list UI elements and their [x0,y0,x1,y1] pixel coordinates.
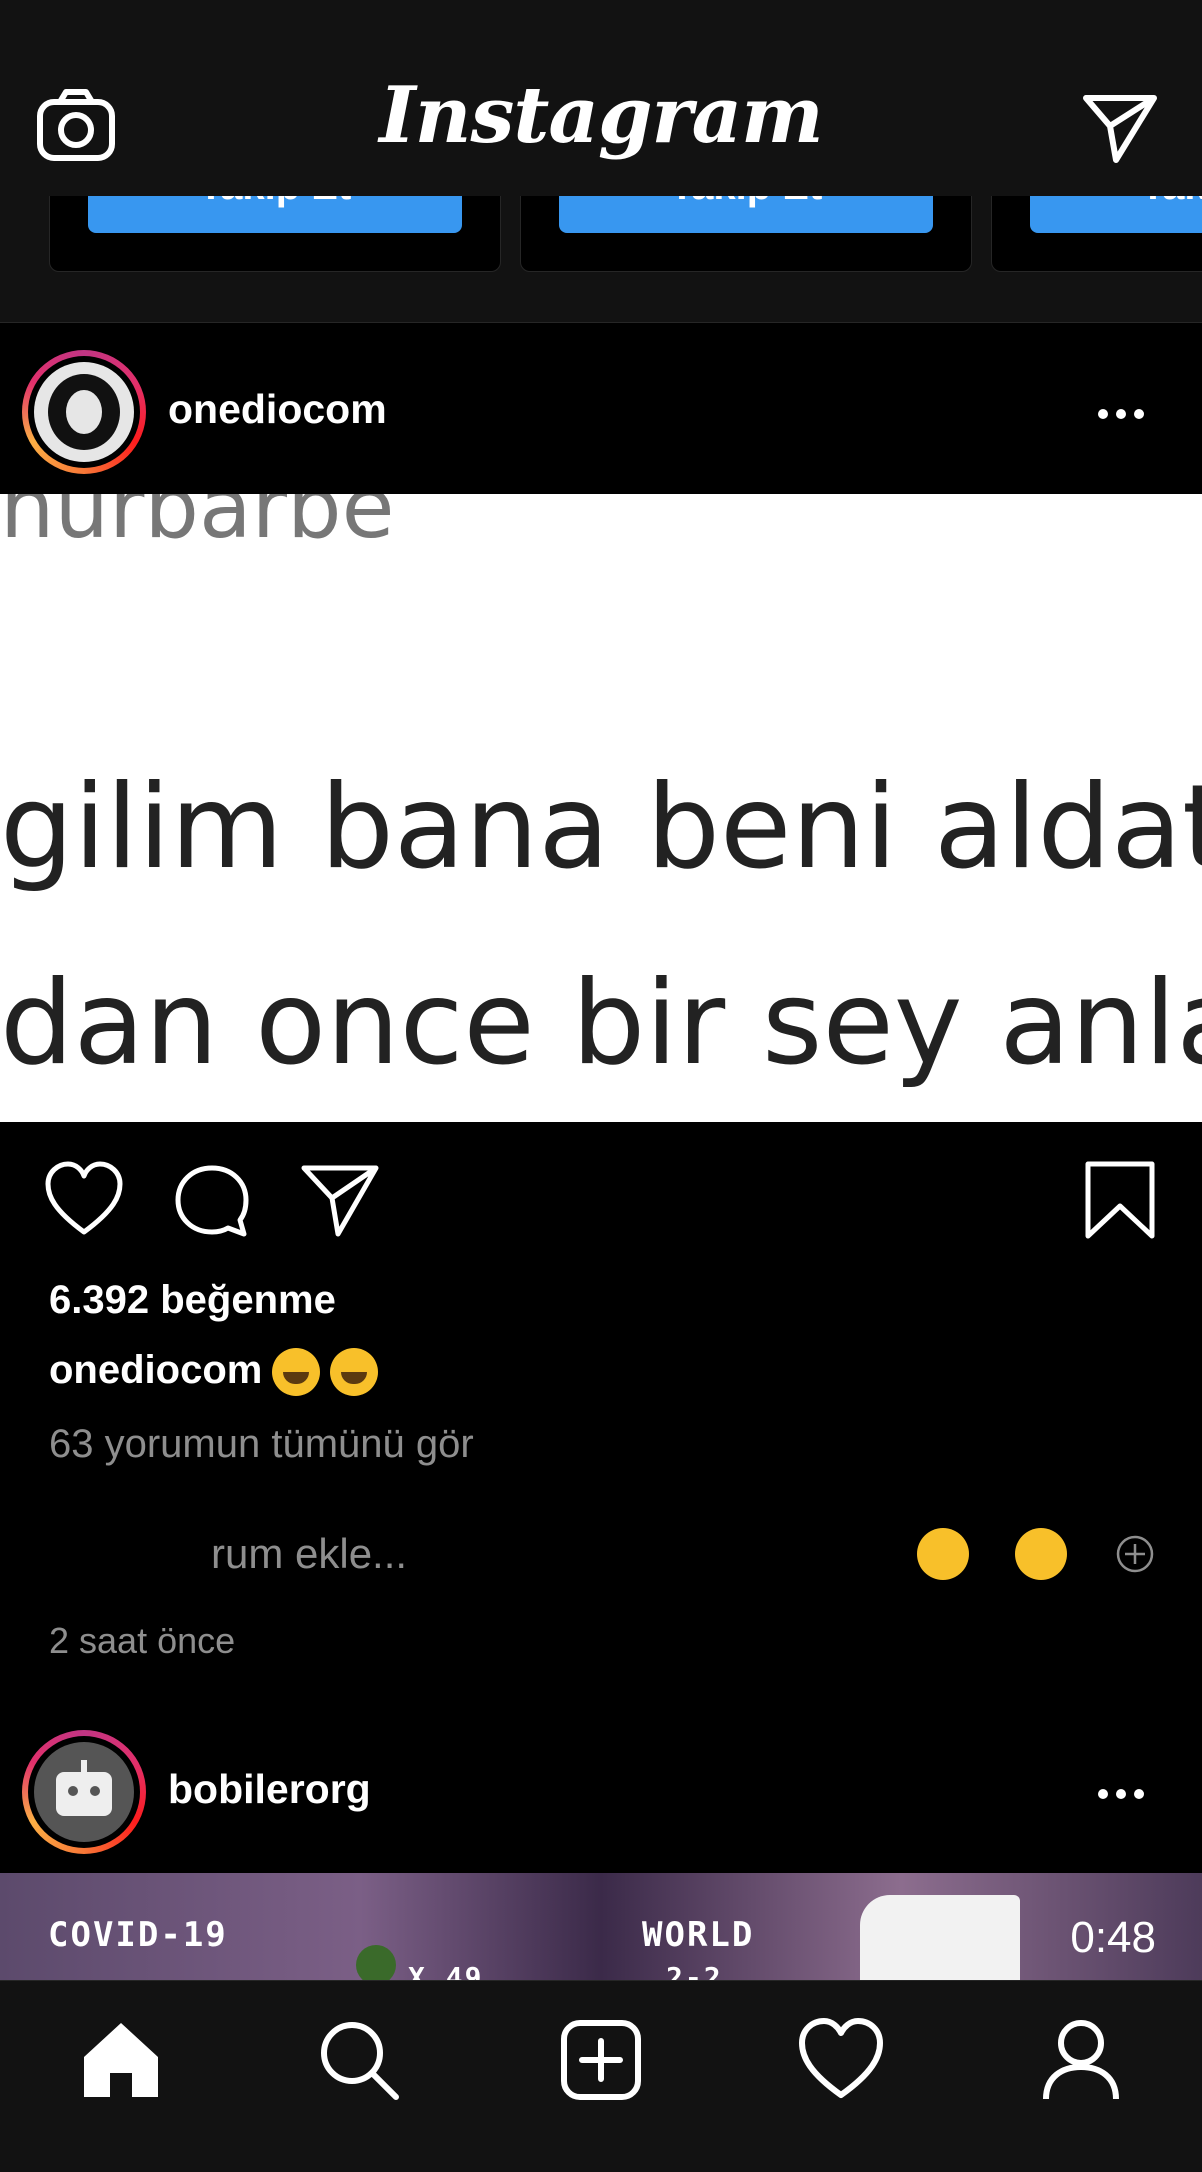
bookmark-icon[interactable] [1080,1160,1160,1240]
post-video[interactable]: COVID-19 X 49 WORLD 2-2 TI 0:48 [0,1873,1202,1980]
sweat-smile-emoji-icon [272,1348,321,1397]
view-all-comments-link[interactable]: 63 yorumun tümünü gör [49,1422,474,1467]
video-text: X 49 [408,1961,484,1980]
suggestions-strip: Takip Et Takip Et Takip Et [0,196,1202,323]
username[interactable]: onediocom [168,386,387,433]
add-plus-icon[interactable] [1115,1534,1155,1574]
like-heart-icon[interactable] [44,1160,124,1240]
more-options-icon[interactable] [1098,1786,1158,1806]
new-post-icon[interactable] [558,2017,644,2103]
top-header: Instagram [0,0,1202,197]
username[interactable]: bobilerorg [168,1766,371,1813]
video-graphic [356,1945,396,1980]
search-icon[interactable] [316,2017,402,2103]
avatar[interactable] [22,1730,146,1854]
video-text: COVID-19 [48,1915,228,1955]
grinning-emoji-icon[interactable] [917,1528,969,1580]
add-comment-input[interactable]: rum ekle... [211,1530,407,1578]
add-comment-row: rum ekle... [49,1528,1159,1600]
caption-username[interactable]: onediocom [49,1348,262,1392]
share-icon[interactable] [300,1162,380,1242]
follow-button[interactable]: Takip Et [1030,196,1202,233]
paper-plane-icon[interactable] [1080,88,1160,168]
heart-eyes-emoji-icon[interactable] [1015,1528,1067,1580]
video-duration: 0:48 [1070,1913,1156,1962]
comment-icon[interactable] [172,1162,252,1242]
image-text-line: gilim bana beni aldat [0,760,1202,895]
post-header: onediocom [0,328,1202,498]
suggestion-card: Takip Et [520,196,972,272]
avatar[interactable] [22,350,146,474]
sweat-smile-emoji-icon [330,1348,379,1397]
image-text-line: dan once bir sey anla [0,956,1202,1091]
suggestion-card: Takip Et [991,196,1202,272]
image-text-line: nurbarbe [0,494,395,558]
more-options-icon[interactable] [1098,406,1158,426]
video-text: 2-2 [666,1961,723,1980]
suggestion-card: Takip Et [49,196,501,272]
post-actions [0,1160,1202,1260]
post-caption: onediocom [49,1348,379,1397]
post-image[interactable]: nurbarbe gilim bana beni aldat dan once … [0,494,1202,1122]
onedio-logo-icon [34,362,134,462]
home-icon[interactable] [78,2017,164,2103]
like-count[interactable]: 6.392 beğenme [49,1278,336,1323]
post-timestamp: 2 saat önce [49,1620,236,1661]
video-graphic [860,1895,1020,1980]
post-header: bobilerorg [0,1708,1202,1878]
bottom-nav [0,1980,1202,2172]
app-logo: Instagram [379,70,823,161]
activity-heart-icon[interactable] [798,2017,884,2103]
follow-button[interactable]: Takip Et [559,196,933,233]
video-text: WORLD [642,1915,755,1955]
profile-icon[interactable] [1038,2017,1124,2103]
follow-button[interactable]: Takip Et [88,196,462,233]
robot-avatar-icon [34,1742,134,1842]
